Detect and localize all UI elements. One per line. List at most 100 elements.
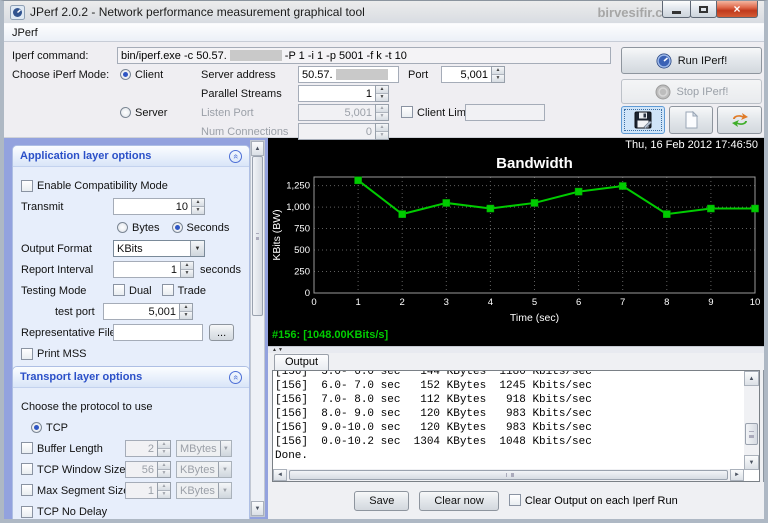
transmit-spinner[interactable]: 10 ▲ ▼ [113, 198, 205, 215]
seconds-radio[interactable]: Seconds [171, 221, 229, 234]
app-icon [10, 4, 25, 20]
output-hscrollbar[interactable]: ◄ ► [273, 469, 744, 481]
scroll-up-icon[interactable]: ▲ [744, 371, 759, 386]
scrollbar-thumb[interactable] [252, 156, 263, 316]
server-radio[interactable]: Server [120, 107, 167, 119]
spinner-arrows: ▲ ▼ [375, 104, 389, 121]
spin-up-icon: ▲ [181, 262, 194, 269]
svg-text:6: 6 [576, 297, 581, 308]
split-down-icon[interactable]: ▼ [278, 347, 283, 353]
minimize-icon [672, 10, 681, 14]
menu-jperf[interactable]: JPerf [4, 27, 46, 39]
spin-up-icon: ▲ [158, 462, 170, 469]
stop-iperf-button: Stop IPerf! [621, 79, 762, 104]
options-sidebar: Application layer options » Enable Compa… [4, 138, 268, 519]
tab-output[interactable]: Output [274, 354, 330, 370]
scroll-down-icon[interactable]: ▼ [251, 501, 264, 516]
run-iperf-button[interactable]: Run IPerf! [621, 47, 762, 74]
bytes-radio[interactable]: Bytes [117, 221, 160, 234]
rep-file-field[interactable] [113, 324, 203, 341]
parallel-streams-spinner[interactable]: 1 ▲ ▼ [298, 85, 389, 102]
maximize-button[interactable] [690, 1, 717, 18]
spinner-arrows[interactable]: ▲ ▼ [180, 261, 195, 278]
scroll-down-icon[interactable]: ▼ [744, 455, 759, 470]
spin-down-icon: ▼ [158, 469, 170, 477]
transport-layer-title: Transport layer options [20, 371, 143, 383]
save-output-button[interactable]: Save [354, 490, 410, 511]
split-divider[interactable]: ▲ ▼ [268, 346, 764, 353]
scroll-left-icon[interactable]: ◄ [273, 469, 287, 481]
title-bar[interactable]: JPerf 2.0.2 - Network performance measur… [4, 1, 764, 23]
tcp-radio[interactable]: TCP [21, 419, 241, 436]
checkbox-icon [161, 284, 174, 296]
output-vscrollbar[interactable]: ▲ ▼ [744, 371, 759, 470]
svg-text:KBits (BW): KBits (BW) [271, 209, 283, 260]
svg-text:0: 0 [305, 288, 310, 299]
client-limit-checkbox[interactable]: Client Limit [401, 106, 471, 119]
svg-text:4: 4 [488, 297, 493, 308]
output-console[interactable]: [156] 5.0- 6.0 sec 144 KBytes 1180 Kbits… [272, 370, 760, 482]
output-format-combo[interactable]: KBits ▼ [113, 240, 205, 257]
testing-mode-label: Testing Mode [21, 284, 87, 297]
clear-now-button[interactable]: Clear now [419, 490, 499, 511]
checkbox-icon [401, 106, 413, 118]
collapse-icon[interactable]: » [229, 370, 242, 384]
svg-text:7: 7 [620, 297, 625, 308]
collapse-icon[interactable]: » [229, 149, 242, 163]
spin-down-icon: ▼ [181, 269, 194, 277]
tcp-nodelay-row[interactable]: TCP No Delay [21, 503, 241, 519]
listen-port-spinner: 5,001 ▲ ▼ [298, 104, 389, 121]
minimize-button[interactable] [662, 1, 691, 18]
server-radio-icon [120, 107, 131, 118]
scroll-up-icon[interactable]: ▲ [251, 141, 264, 156]
spin-up-icon: ▲ [158, 483, 170, 490]
max-segment-checkbox[interactable]: Max Segment Size [21, 484, 129, 497]
spinner-arrows: ▲ ▼ [157, 461, 171, 478]
server-address-label: Server address [201, 69, 276, 81]
stop-icon [655, 84, 670, 99]
spin-up-icon: ▲ [192, 199, 204, 206]
spin-down-icon: ▼ [376, 93, 388, 101]
save-config-button[interactable] [621, 106, 665, 134]
trade-checkbox[interactable]: Trade [161, 284, 206, 297]
sidebar-scrollbar[interactable]: ▲ ▼ [250, 140, 265, 517]
svg-text:10: 10 [750, 297, 761, 308]
print-mss-row[interactable]: Print MSS [21, 345, 241, 362]
transmit-label: Transmit [21, 200, 64, 213]
spinner-arrows[interactable]: ▲ ▼ [375, 85, 389, 102]
port-spinner[interactable]: 5,001 ▲ ▼ [441, 66, 505, 83]
spin-up-icon: ▲ [376, 105, 388, 112]
save-floppy-icon [634, 111, 652, 129]
svg-text:1: 1 [355, 297, 360, 308]
max-segment-spinner: 1 ▲ ▼ [125, 482, 171, 499]
close-button[interactable]: × [716, 1, 758, 18]
iperf-command-field[interactable]: bin/iperf.exe -c 50.57. -P 1 -i 1 -p 5001… [117, 47, 611, 64]
combo-arrow-icon: ▼ [217, 483, 231, 498]
maximize-icon [699, 5, 708, 13]
scroll-right-icon[interactable]: ► [730, 469, 744, 481]
spin-down-icon: ▼ [376, 112, 388, 120]
scrollbar-thumb[interactable] [289, 470, 728, 480]
spinner-arrows[interactable]: ▲ ▼ [191, 198, 205, 215]
tcp-window-checkbox[interactable]: TCP Window Size [21, 463, 125, 476]
scrollbar-thumb[interactable] [745, 422, 758, 445]
svg-text:8: 8 [664, 297, 669, 308]
test-port-label: test port [55, 305, 95, 318]
browse-button[interactable]: ... [209, 324, 235, 341]
load-output-button[interactable] [669, 106, 713, 134]
compat-mode-row[interactable]: Enable Compatibility Mode [21, 177, 241, 194]
spinner-arrows[interactable]: ▲ ▼ [491, 66, 505, 83]
server-address-field[interactable]: 50.57. [298, 66, 399, 83]
split-up-icon[interactable]: ▲ [272, 347, 277, 353]
client-radio[interactable]: Client [120, 69, 163, 81]
dual-checkbox[interactable]: Dual [113, 284, 152, 297]
buffer-length-checkbox[interactable]: Buffer Length [21, 442, 125, 455]
rep-file-label: Representative File [21, 326, 116, 339]
report-interval-spinner[interactable]: 1 ▲ ▼ [113, 261, 195, 278]
test-port-spinner[interactable]: 5,001 ▲ ▼ [103, 303, 193, 320]
svg-text:3: 3 [444, 297, 449, 308]
refresh-button[interactable] [717, 106, 762, 134]
spinner-arrows[interactable]: ▲ ▼ [179, 303, 193, 320]
refresh-icon [731, 113, 748, 127]
clear-output-checkbox[interactable]: Clear Output on each Iperf Run [508, 494, 678, 507]
